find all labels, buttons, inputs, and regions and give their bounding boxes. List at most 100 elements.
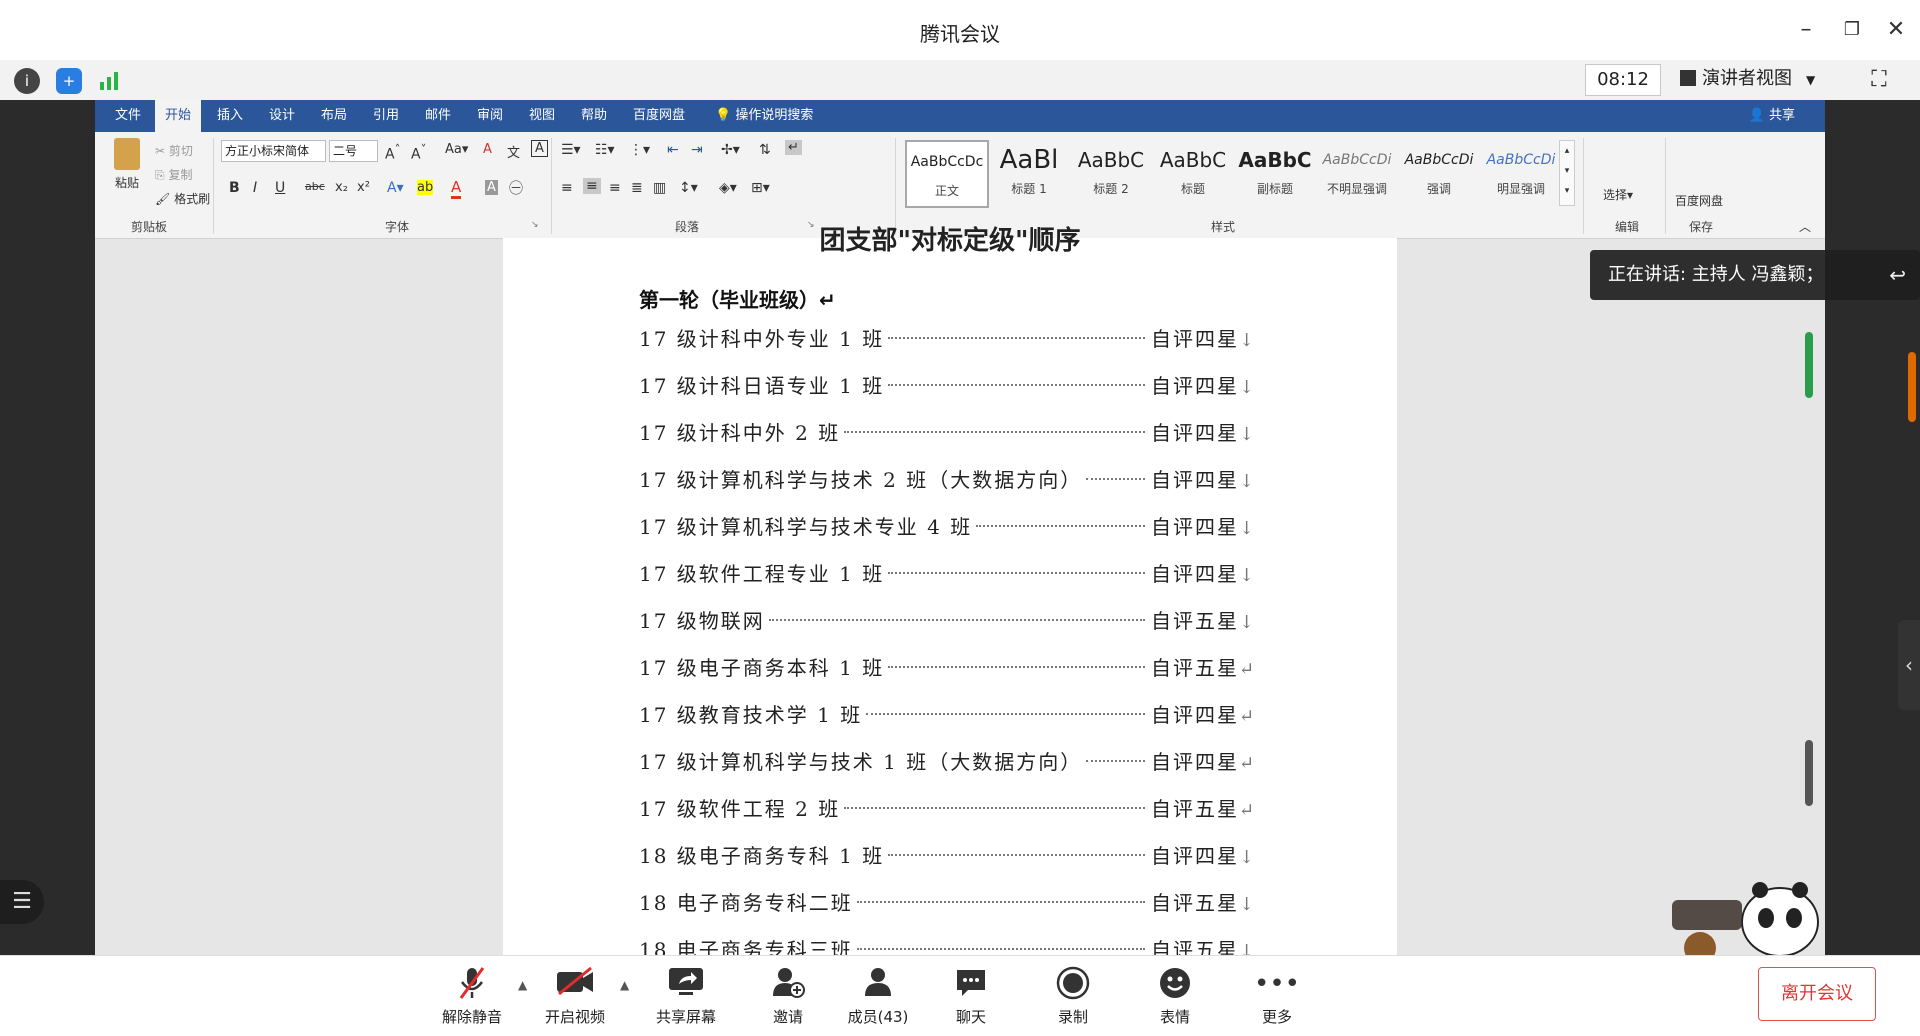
tab-design[interactable]: 设计: [259, 100, 305, 132]
style-subtitle[interactable]: AaBbC 副标题: [1235, 140, 1315, 204]
multilevel-list-icon[interactable]: ⋮▾: [629, 142, 650, 158]
unmute-button[interactable]: 解除静音: [432, 966, 512, 1027]
info-icon[interactable]: i: [14, 68, 40, 94]
reply-icon[interactable]: ↩: [1889, 250, 1906, 300]
distributed-icon[interactable]: ▥: [653, 180, 666, 196]
document-page[interactable]: 团支部"对标定级"顺序 第一轮（毕业班级）↵ 17 级计科中外专业 1 班自评四…: [503, 226, 1397, 955]
asian-layout-icon[interactable]: ✢▾: [721, 142, 740, 158]
align-right-icon[interactable]: ≡: [609, 180, 621, 196]
tab-layout[interactable]: 布局: [311, 100, 357, 132]
select-button[interactable]: 选择▾: [1603, 186, 1633, 203]
more-button[interactable]: ••• 更多: [1237, 966, 1317, 1027]
change-case-icon[interactable]: Aa▾: [445, 142, 468, 157]
paste-button[interactable]: 粘贴: [107, 138, 147, 191]
increase-indent-icon[interactable]: ⇥: [691, 142, 703, 158]
members-button[interactable]: 成员(43): [838, 966, 918, 1027]
align-center-icon[interactable]: ≡: [583, 178, 601, 194]
tab-file[interactable]: 文件: [105, 100, 151, 132]
class-name: 17 级电子商务本科 1 班: [639, 656, 885, 680]
font-size-combo[interactable]: 二号: [329, 140, 378, 162]
copy-button[interactable]: ⎘ 复制: [155, 166, 192, 183]
restore-icon[interactable]: ❐: [1836, 14, 1868, 46]
dot-leader: [888, 337, 1145, 339]
tab-review[interactable]: 审阅: [467, 100, 513, 132]
record-button[interactable]: 录制: [1033, 966, 1113, 1027]
editing-group-label: 编辑: [1615, 220, 1640, 234]
underline-icon[interactable]: U: [275, 180, 285, 196]
class-name: 17 级软件工程专业 1 班: [639, 562, 885, 586]
chevron-left-icon[interactable]: ‹: [1898, 620, 1920, 710]
style-normal[interactable]: AaBbCcDc 正文: [905, 140, 989, 208]
phonetic-icon[interactable]: 文: [507, 142, 520, 161]
fullscreen-icon[interactable]: ⛶: [1865, 66, 1893, 94]
line-spacing-icon[interactable]: ↕▾: [679, 180, 698, 196]
decrease-indent-icon[interactable]: ⇤: [667, 142, 679, 158]
shrink-font-icon[interactable]: A˅: [411, 142, 426, 163]
tab-view[interactable]: 视图: [519, 100, 565, 132]
caret-up-icon[interactable]: ▲: [620, 978, 629, 992]
share-button[interactable]: 👤 共享: [1749, 100, 1795, 132]
close-icon[interactable]: ✕: [1880, 14, 1912, 46]
list-icon[interactable]: ☰: [0, 880, 44, 924]
tab-mailings[interactable]: 邮件: [415, 100, 461, 132]
superscript-icon[interactable]: x²: [357, 180, 370, 195]
invite-button[interactable]: 邀请: [748, 966, 828, 1027]
style-subtle-emphasis[interactable]: AaBbCcDi 不明显强调: [1317, 140, 1397, 204]
char-border-icon[interactable]: A: [531, 140, 548, 157]
document-heading: 团支部"对标定级"顺序: [819, 226, 1081, 256]
borders-icon[interactable]: ⊞▾: [751, 180, 770, 196]
numbering-icon[interactable]: ☷▾: [595, 142, 615, 158]
tab-references[interactable]: 引用: [363, 100, 409, 132]
strikethrough-icon[interactable]: abc: [305, 180, 325, 193]
shield-icon[interactable]: +: [56, 68, 82, 94]
show-marks-icon[interactable]: ↵: [785, 140, 802, 155]
cut-button[interactable]: ✂ 剪切: [155, 142, 193, 159]
align-left-icon[interactable]: ≡: [561, 180, 573, 196]
char-shading-icon[interactable]: A: [485, 180, 498, 195]
format-painter-button[interactable]: 🖌 格式刷: [155, 190, 210, 207]
style-emphasis[interactable]: AaBbCcDi 强调: [1399, 140, 1479, 204]
collapse-ribbon-icon[interactable]: ︿: [1799, 218, 1811, 235]
font-name-combo[interactable]: 方正小标宋简体: [221, 140, 326, 162]
text-effects-icon[interactable]: A▾: [387, 180, 404, 196]
document-row: 17 级软件工程专业 1 班 自评四星↓: [639, 558, 1299, 588]
tab-help[interactable]: 帮助: [571, 100, 617, 132]
bold-icon[interactable]: B: [229, 180, 240, 196]
meeting-timer: 08:12: [1585, 64, 1661, 96]
minimize-icon[interactable]: –: [1790, 14, 1822, 46]
style-heading1[interactable]: AaBl 标题 1: [989, 140, 1069, 204]
justify-icon[interactable]: ≣: [631, 180, 643, 196]
chat-button[interactable]: 聊天: [931, 966, 1011, 1027]
tab-home[interactable]: 开始: [155, 100, 202, 132]
enclose-char-icon[interactable]: ㊀: [509, 178, 523, 198]
tell-me-search[interactable]: 💡 操作说明搜索: [705, 100, 823, 132]
style-intense-emphasis[interactable]: AaBbCcDi 明显强调: [1481, 140, 1561, 204]
styles-scroll[interactable]: ▴ ▾ ▾: [1559, 140, 1575, 206]
baidu-netdisk-button[interactable]: 百度网盘: [1675, 192, 1723, 209]
highlight-icon[interactable]: ab: [417, 180, 434, 195]
tab-baidu-netdisk[interactable]: 百度网盘: [623, 100, 695, 132]
tab-insert[interactable]: 插入: [207, 100, 253, 132]
style-heading2[interactable]: AaBbC 标题 2: [1071, 140, 1151, 204]
signal-icon[interactable]: [98, 70, 122, 92]
rating-text: 自评四星: [1151, 703, 1239, 727]
grow-font-icon[interactable]: A˄: [385, 142, 400, 163]
shading-icon[interactable]: ◈▾: [719, 180, 737, 196]
clear-format-icon[interactable]: A: [483, 142, 492, 157]
class-name: 18 电子商务专科三班: [639, 938, 853, 955]
sort-icon[interactable]: ⇅: [759, 142, 771, 158]
caret-up-icon[interactable]: ▲: [518, 978, 527, 992]
bullets-icon[interactable]: ☰▾: [561, 142, 581, 158]
leave-meeting-button[interactable]: 离开会议: [1758, 967, 1876, 1021]
start-video-button[interactable]: 开启视频: [535, 966, 615, 1027]
self-rating: 自评四星↓: [1151, 323, 1256, 352]
share-screen-button[interactable]: 共享屏幕: [646, 966, 726, 1027]
italic-icon[interactable]: I: [253, 180, 257, 196]
invite-icon: [748, 966, 828, 1002]
font-color-icon[interactable]: A: [451, 178, 462, 199]
subscript-icon[interactable]: x₂: [335, 180, 348, 195]
style-title[interactable]: AaBbC 标题: [1153, 140, 1233, 204]
share-screen-icon: [646, 966, 726, 1002]
view-mode-button[interactable]: 演讲者视图 ▼: [1680, 64, 1840, 94]
emoji-button[interactable]: 表情: [1135, 966, 1215, 1027]
